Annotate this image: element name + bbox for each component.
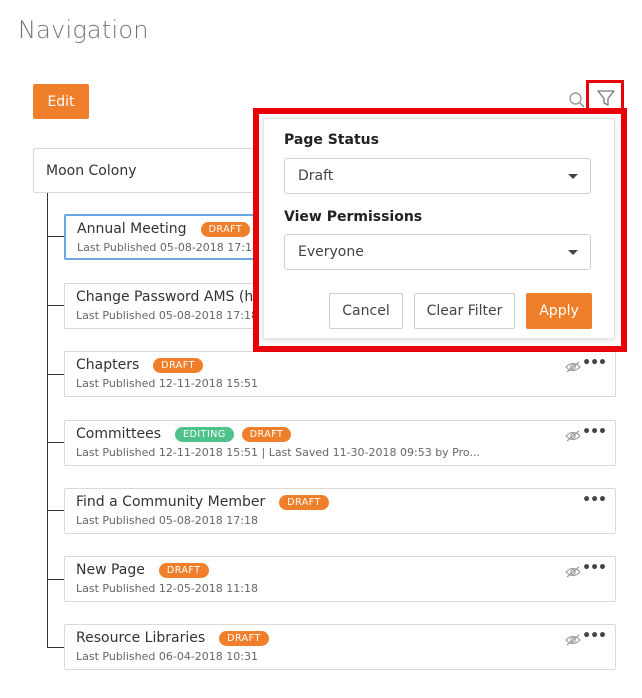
item-title: Resource Libraries [76, 630, 206, 646]
tree-root-label: Moon Colony [46, 162, 137, 179]
view-permissions-value: Everyone [298, 244, 364, 260]
eye-slash-icon[interactable] [565, 566, 581, 578]
status-badge: DRAFT [200, 221, 251, 237]
status-badge: DRAFT [158, 562, 209, 578]
item-meta: Last Published 12-11-2018 15:51 [76, 377, 258, 390]
list-item[interactable]: Chapters DRAFT Last Published 12-11-2018… [64, 351, 616, 397]
more-icon[interactable]: ••• [582, 356, 607, 370]
chevron-down-icon [568, 250, 578, 255]
tree-branch [47, 647, 64, 648]
item-meta: Last Published 06-04-2018 10:31 [76, 650, 258, 663]
status-badge: EDITING [175, 426, 234, 442]
tree-branch [47, 374, 64, 375]
more-icon[interactable]: ••• [582, 493, 607, 507]
list-item[interactable]: Resource Libraries DRAFT Last Published … [64, 624, 616, 670]
search-icon[interactable] [568, 91, 586, 109]
filter-icon[interactable] [596, 88, 616, 108]
clear-filter-button[interactable]: Clear Filter [414, 293, 515, 329]
tree-branch [47, 442, 64, 443]
eye-slash-icon[interactable] [565, 430, 581, 442]
eye-slash-icon[interactable] [565, 361, 581, 373]
item-meta: Last Published 12-05-2018 11:18 [76, 582, 258, 595]
edit-button[interactable]: Edit [33, 84, 89, 119]
status-badge: DRAFT [153, 357, 203, 373]
chevron-down-icon [568, 174, 578, 179]
more-icon[interactable]: ••• [582, 425, 607, 439]
tree-branch [47, 305, 64, 306]
tree-branch [47, 510, 64, 511]
item-title: New Page [76, 562, 145, 578]
filter-popover: Page Status Draft View Permissions Every… [263, 118, 615, 339]
page-status-label: Page Status [284, 132, 379, 148]
list-item[interactable]: Committees EDITING DRAFT Last Published … [64, 420, 616, 466]
item-title: Committees [76, 426, 162, 442]
view-permissions-label: View Permissions [284, 209, 423, 225]
page-status-select[interactable]: Draft [284, 158, 591, 194]
apply-button[interactable]: Apply [526, 293, 592, 329]
tree-root[interactable]: Moon Colony [33, 148, 273, 193]
more-icon[interactable]: ••• [582, 561, 607, 575]
status-badge: DRAFT [219, 630, 269, 646]
item-meta: Last Published 12-11-2018 15:51 | Last S… [76, 446, 480, 459]
more-icon[interactable]: ••• [582, 629, 607, 643]
item-meta: Last Published 05-08-2018 17:18 [76, 309, 258, 322]
list-item[interactable]: New Page DRAFT Last Published 12-05-2018… [64, 556, 616, 602]
eye-slash-icon[interactable] [565, 634, 581, 646]
page-title: Navigation [18, 16, 149, 44]
list-item[interactable]: Find a Community Member DRAFT Last Publi… [64, 488, 616, 534]
status-badge: DRAFT [279, 494, 329, 510]
page-status-value: Draft [298, 168, 334, 184]
item-title: Find a Community Member [76, 494, 266, 510]
item-title: Change Password AMS (hide [76, 289, 275, 305]
status-badge: DRAFT [241, 426, 292, 442]
item-title: Annual Meeting [77, 221, 187, 237]
tree-branch [47, 579, 64, 580]
item-meta: Last Published 05-08-2018 17:18 [76, 514, 258, 527]
cancel-button[interactable]: Cancel [329, 293, 403, 329]
view-permissions-select[interactable]: Everyone [284, 234, 591, 270]
item-title: Chapters [76, 357, 140, 373]
item-meta: Last Published 05-08-2018 17:18 [77, 241, 259, 254]
tree-branch [47, 236, 64, 237]
